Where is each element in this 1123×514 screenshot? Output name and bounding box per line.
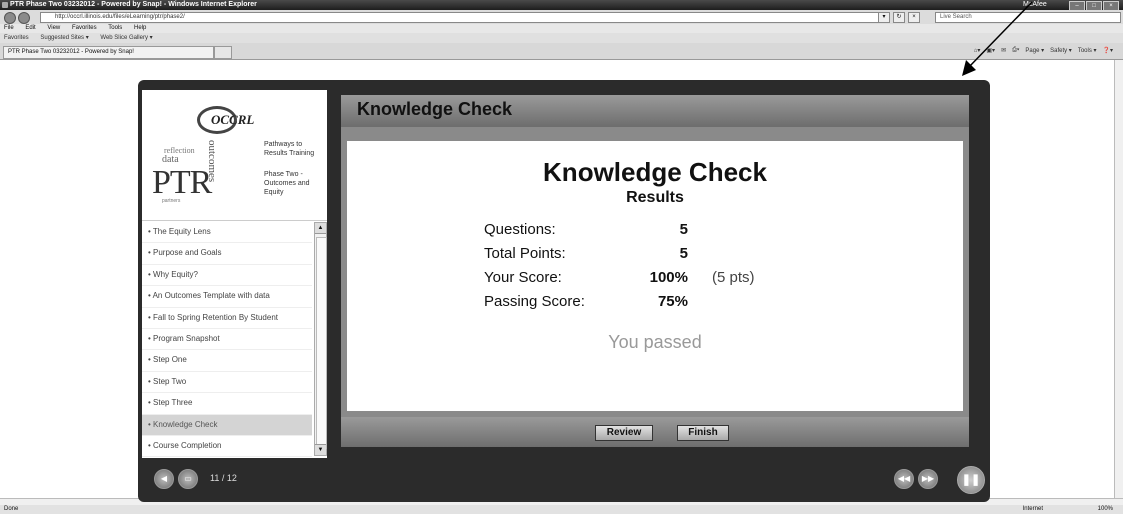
course-title: Pathways to Results Training xyxy=(264,141,315,157)
cloud-word-partners: partners xyxy=(162,198,181,204)
finish-button[interactable]: Finish xyxy=(677,425,729,441)
previous-slide-icon[interactable]: ◀◀ xyxy=(894,469,914,489)
window-titlebar: PTR Phase Two 03232012 - Powered by Snap… xyxy=(0,0,1123,11)
scroll-up-icon[interactable]: ▲ xyxy=(315,223,326,234)
slide-outline: • The Equity Lens • Purpose and Goals • … xyxy=(142,222,312,458)
outline-item-step-three[interactable]: • Step Three xyxy=(142,393,312,415)
status-bar: Done Internet 100% xyxy=(0,505,1123,514)
safety-menu[interactable]: Safety ▾ xyxy=(1050,47,1072,54)
outline-item-step-two[interactable]: • Step Two xyxy=(142,372,312,394)
outline-item-course-completion[interactable]: • Course Completion xyxy=(142,436,312,458)
result-label: Your Score: xyxy=(484,269,562,286)
web-slice-gallery-link[interactable]: Web Slice Gallery ▾ xyxy=(100,35,152,41)
menu-file[interactable]: File xyxy=(4,25,14,31)
compatibility-icon[interactable]: ▾ xyxy=(878,12,890,23)
menu-edit[interactable]: Edit xyxy=(25,25,35,31)
outline-item-outcomes-template[interactable]: • An Outcomes Template with data xyxy=(142,286,312,308)
stop-icon[interactable]: × xyxy=(908,12,920,23)
review-button[interactable]: Review xyxy=(595,425,653,441)
ptr-letters: PTR xyxy=(152,164,212,201)
outline-item-knowledge-check[interactable]: • Knowledge Check xyxy=(142,414,312,436)
results-subtitle: Results xyxy=(626,189,684,206)
outline-item-equity-lens[interactable]: • The Equity Lens xyxy=(142,222,312,244)
outline-item-step-one[interactable]: • Step One xyxy=(142,350,312,372)
occrl-logo: OCCRL xyxy=(197,102,267,134)
outline-item-why-equity[interactable]: • Why Equity? xyxy=(142,265,312,287)
result-value: 5 xyxy=(679,245,688,262)
favorites-bar: Favorites Suggested Sites ▾ Web Slice Ga… xyxy=(0,33,1123,43)
outline-item-retention[interactable]: • Fall to Spring Retention By Student xyxy=(142,308,312,329)
zoom-level[interactable]: 100% xyxy=(1098,505,1113,514)
course-phase: Phase Two - Outcomes and Equity xyxy=(264,171,310,196)
address-actions: ▾ ↻ × xyxy=(878,12,920,23)
scroll-down-icon[interactable]: ▼ xyxy=(315,444,326,455)
favorites-button[interactable]: Favorites xyxy=(4,35,29,41)
course-sidebar: OCCRL reflection data PTR outcomes partn… xyxy=(142,90,327,458)
player-controls: ◀ ▭ 11 / 12 ◀◀ ▶▶ ❚❚ xyxy=(142,462,988,498)
results-panel: Knowledge Check Results Questions: 5 Tot… xyxy=(347,141,963,411)
menu-view[interactable]: View xyxy=(47,25,60,31)
slide-counter: 11 / 12 xyxy=(210,473,237,483)
pause-icon[interactable]: ❚❚ xyxy=(957,466,985,494)
result-label: Total Points: xyxy=(484,245,566,262)
result-label: Passing Score: xyxy=(484,293,585,310)
slide-header: Knowledge Check xyxy=(341,95,969,127)
result-value: 75% xyxy=(657,293,688,310)
outline-scrollbar[interactable]: ▲ ▼ xyxy=(314,222,327,456)
window-title: PTR Phase Two 03232012 - Powered by Snap… xyxy=(10,1,257,8)
result-row-passing-score: Passing Score: 75% xyxy=(484,293,884,313)
closed-caption-icon[interactable]: ▭ xyxy=(178,469,198,489)
tab-ptr-phase-two[interactable]: PTR Phase Two 03232012 - Powered by Snap… xyxy=(3,46,214,59)
new-tab-button[interactable] xyxy=(214,46,232,59)
result-extra: (5 pts) xyxy=(712,269,755,286)
result-label: Questions: xyxy=(484,221,556,238)
result-row-your-score: Your Score: 100% (5 pts) xyxy=(484,269,884,289)
vertical-scrollbar[interactable] xyxy=(1114,60,1123,500)
result-value: 5 xyxy=(679,221,688,238)
result-row-questions: Questions: 5 xyxy=(484,221,884,241)
course-branding: OCCRL reflection data PTR outcomes partn… xyxy=(142,90,327,221)
menu-bar: File Edit View Favorites Tools Help xyxy=(0,24,1123,33)
annotation-arrow xyxy=(962,1,1033,76)
outline-item-program-snapshot[interactable]: • Program Snapshot xyxy=(142,329,312,351)
ie-icon xyxy=(2,2,8,8)
status-text: Done xyxy=(4,506,19,512)
cloud-word-outcomes: outcomes xyxy=(206,140,218,183)
address-bar-row: http://occrl.illinois.edu/files/eLearnin… xyxy=(0,10,1123,24)
next-slide-icon[interactable]: ▶▶ xyxy=(918,469,938,489)
ptr-word-cloud: reflection data PTR outcomes partners xyxy=(148,138,243,210)
menu-help[interactable]: Help xyxy=(134,25,146,31)
menu-favorites[interactable]: Favorites xyxy=(72,25,97,31)
outline-item-purpose-goals[interactable]: • Purpose and Goals xyxy=(142,243,312,265)
address-field[interactable]: http://occrl.illinois.edu/files/eLearnin… xyxy=(40,12,886,23)
security-zone: Internet xyxy=(1022,506,1043,512)
scroll-thumb[interactable] xyxy=(316,237,327,449)
slide-footer: Review Finish xyxy=(341,417,969,447)
help-icon[interactable]: ❓▾ xyxy=(1103,47,1113,54)
menu-tools[interactable]: Tools xyxy=(108,25,122,31)
audio-icon[interactable]: ◀ xyxy=(154,469,174,489)
logo-text: OCCRL xyxy=(211,112,255,127)
pass-status: You passed xyxy=(608,332,702,352)
results-title: Knowledge Check xyxy=(543,157,767,187)
back-icon[interactable] xyxy=(4,12,16,24)
tab-bar: PTR Phase Two 03232012 - Powered by Snap… xyxy=(0,43,1123,60)
slide-header-title: Knowledge Check xyxy=(357,99,513,119)
arrow-shaft xyxy=(967,1,1033,69)
suggested-sites-link[interactable]: Suggested Sites ▾ xyxy=(40,35,88,41)
result-value: 100% xyxy=(649,269,688,286)
refresh-icon[interactable]: ↻ xyxy=(893,12,905,23)
tools-menu[interactable]: Tools ▾ xyxy=(1078,47,1097,54)
result-row-total-points: Total Points: 5 xyxy=(484,245,884,265)
forward-icon[interactable] xyxy=(18,12,30,24)
